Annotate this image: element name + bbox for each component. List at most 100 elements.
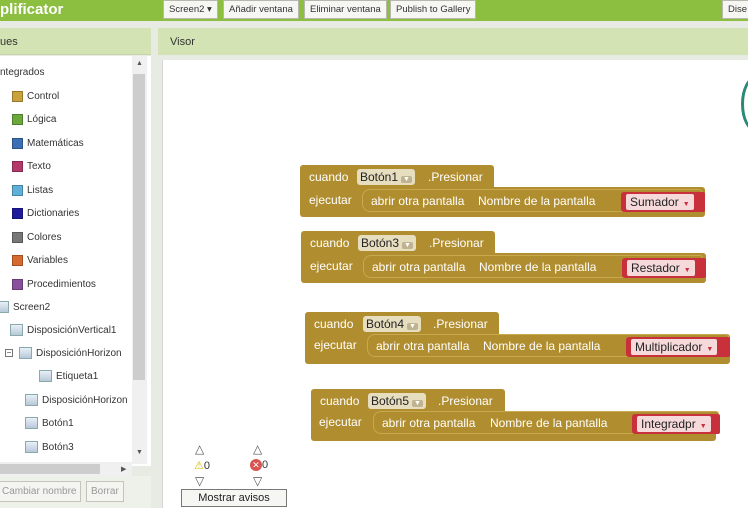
error-prev-arrow-icon[interactable]: △ (253, 442, 262, 456)
warning-next-arrow-icon[interactable]: ▽ (195, 474, 204, 488)
tree-item-label: DisposiciónVertical1 (27, 324, 117, 336)
tree-item-label: Botón3 (42, 441, 74, 453)
rename-button[interactable]: Cambiar nombre (0, 481, 82, 502)
component-dropdown[interactable]: Botón5 ▼ (368, 393, 426, 409)
screen-name-dropdown[interactable]: Multiplicador ▼ (631, 339, 718, 355)
tree-item-button1[interactable]: Botón1 (25, 414, 74, 432)
open-another-screen-block[interactable]: abrir otra pantalla Nombre de la pantall… (373, 411, 720, 434)
open-another-screen-block[interactable]: abrir otra pantalla Nombre de la pantall… (363, 255, 706, 278)
delete-button[interactable]: Borrar (86, 481, 124, 502)
component-dropdown[interactable]: Botón3 ▼ (358, 235, 416, 251)
screen-name-dropdown[interactable]: Sumador ▼ (626, 194, 694, 210)
tree-item-procedures[interactable]: Procedimientos (12, 275, 96, 293)
tree-item-label: DisposiciónHorizon (36, 347, 122, 359)
when-keyword: cuando (314, 317, 354, 331)
blocks-panel-title: ues (0, 36, 18, 48)
math-swatch-icon (12, 137, 23, 149)
viewer-header: Visor (158, 28, 748, 55)
event-name: .Presionar (429, 236, 484, 250)
tree-item-label: Lógica (27, 113, 57, 125)
open-another-screen-label: abrir otra pantalla (382, 416, 476, 430)
tree-item-horizontalarrangement1[interactable]: − DisposiciónHorizon (5, 344, 122, 362)
control-swatch-icon (12, 90, 23, 102)
event-name: .Presionar (428, 170, 483, 184)
tree-item-verticalarrangement1[interactable]: DisposiciónVertical1 (10, 321, 117, 339)
screen-name-value-block[interactable]: Multiplicador ▼ (626, 337, 730, 357)
tree-item-screen2[interactable]: Screen2 (0, 298, 50, 316)
tree-item-text[interactable]: Texto (12, 157, 51, 175)
scroll-right-arrow-icon[interactable]: ▶ (121, 465, 126, 473)
screen-name-param: Nombre de la pantalla (479, 260, 597, 274)
tree-item-label: Matemáticas (27, 137, 84, 149)
label-icon (39, 370, 52, 382)
screen-name-dropdown[interactable]: Integradpr ▼ (637, 416, 711, 432)
button-icon (25, 417, 38, 429)
open-another-screen-label: abrir otra pantalla (372, 260, 466, 274)
error-next-arrow-icon[interactable]: ▽ (253, 474, 262, 488)
tree-item-variables[interactable]: Variables (12, 251, 68, 269)
screen-icon (0, 301, 9, 313)
tree-item-control[interactable]: Control (12, 87, 59, 105)
scroll-up-arrow-icon[interactable]: ▲ (136, 60, 143, 67)
tree-horizontal-scrollbar[interactable]: ▶ (0, 462, 132, 476)
vertical-arrangement-icon (10, 324, 23, 336)
do-keyword: ejecutar (319, 415, 362, 429)
tree-item-math[interactable]: Matemáticas (12, 134, 84, 152)
open-another-screen-block[interactable]: abrir otra pantalla Nombre de la pantall… (367, 334, 730, 357)
error-icon: ✕ (250, 459, 262, 471)
tree-builtin-root[interactable]: ntegrados (0, 63, 44, 81)
component-dropdown[interactable]: Botón4 ▼ (363, 316, 421, 332)
warning-counter: ⚠0 (194, 460, 210, 472)
event-name: .Presionar (433, 317, 488, 331)
tree-item-horizontalarrangement2[interactable]: DisposiciónHorizon (25, 391, 128, 409)
screen-selector-button[interactable]: Screen2 ▾ (163, 0, 218, 19)
warning-prev-arrow-icon[interactable]: △ (195, 442, 204, 456)
colors-swatch-icon (12, 231, 23, 243)
screen-name-value-block[interactable]: Restador ▼ (622, 258, 706, 278)
tree-item-label: Control (27, 90, 60, 102)
tree-vertical-scrollbar[interactable]: ▲ ▼ (132, 56, 147, 464)
tree-horizontal-scroll-thumb[interactable] (0, 464, 100, 474)
tree-vertical-scroll-thumb[interactable] (133, 74, 145, 380)
tree-item-colors[interactable]: Colores (12, 228, 61, 246)
when-keyword: cuando (320, 394, 360, 408)
tree-item-label: DisposiciónHorizon (42, 394, 128, 406)
remove-screen-button[interactable]: Eliminar ventana (304, 0, 387, 19)
text-swatch-icon (12, 160, 23, 172)
tree-item-dictionaries[interactable]: Dictionaries (12, 204, 79, 222)
horizontal-arrangement-icon (19, 347, 32, 359)
component-dropdown[interactable]: Botón1 ▼ (357, 169, 415, 185)
open-another-screen-block[interactable]: abrir otra pantalla Nombre de la pantall… (362, 189, 705, 212)
when-keyword: cuando (309, 170, 349, 184)
blocks-panel-header: ues (0, 28, 151, 55)
designer-button[interactable]: Dise (722, 0, 748, 19)
publish-to-gallery-button[interactable]: Publish to Gallery (390, 0, 477, 19)
screen-name-value-block[interactable]: Sumador ▼ (621, 192, 705, 212)
tree-item-label1[interactable]: Etiqueta1 (39, 367, 98, 385)
viewer-title: Visor (170, 36, 195, 48)
collapse-icon[interactable]: − (5, 349, 13, 357)
open-another-screen-label: abrir otra pantalla (376, 339, 470, 353)
lists-swatch-icon (12, 184, 23, 196)
tree-item-logic[interactable]: Lógica (12, 110, 56, 128)
tree-item-label: Texto (27, 160, 51, 172)
dictionaries-swatch-icon (12, 207, 23, 219)
button-icon (25, 441, 38, 453)
warning-icon: ⚠ (194, 460, 204, 472)
add-screen-button[interactable]: Añadir ventana (223, 0, 299, 19)
tree-item-label: Etiqueta1 (56, 370, 99, 382)
scroll-down-arrow-icon[interactable]: ▼ (136, 449, 143, 456)
blocks-tree: ntegrados Control Lógica Matemáticas Tex… (0, 56, 151, 466)
screen-name-value-block[interactable]: Integradpr ▼ (632, 414, 720, 434)
horizontal-arrangement-icon (25, 394, 38, 406)
tree-item-button3[interactable]: Botón3 (25, 438, 74, 456)
tree-item-label: Dictionaries (27, 207, 80, 219)
show-warnings-button[interactable]: Mostrar avisos (181, 489, 287, 507)
top-toolbar: plificator Screen2 ▾ Añadir ventana Elim… (0, 0, 748, 21)
tree-item-lists[interactable]: Listas (12, 181, 53, 199)
screen-name-dropdown[interactable]: Restador ▼ (627, 260, 695, 276)
event-name: .Presionar (438, 394, 493, 408)
do-keyword: ejecutar (314, 338, 357, 352)
tree-item-label: Colores (27, 231, 62, 243)
logic-swatch-icon (12, 113, 23, 125)
